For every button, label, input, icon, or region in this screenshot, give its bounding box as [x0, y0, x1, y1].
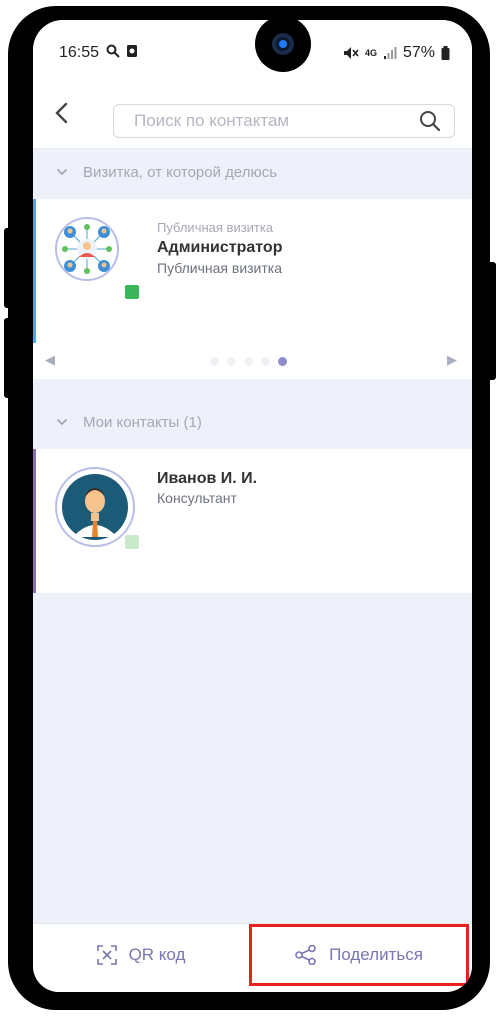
pager-dot[interactable]: [261, 357, 270, 366]
card-accent-bar: [33, 199, 36, 343]
volume-button: [4, 228, 12, 308]
search-icon[interactable]: [418, 109, 442, 133]
business-card-subtitle: Публичная визитка: [157, 220, 274, 235]
business-card-item[interactable]: Публичная визитка Администратор Публична…: [33, 199, 472, 343]
section-shared-card-header[interactable]: Визитка, от которой делюсь: [33, 149, 472, 199]
online-status-badge: [123, 283, 141, 301]
pager-dot[interactable]: [244, 357, 253, 366]
volume-button-lower: [4, 318, 12, 398]
qr-scan-icon: [96, 945, 117, 965]
section-my-contacts-header[interactable]: Мои контакты (1): [33, 399, 472, 449]
share-button[interactable]: Поделиться: [249, 924, 469, 986]
search-status-icon: [106, 44, 120, 58]
qr-code-button[interactable]: QR код: [33, 924, 249, 986]
section-my-contacts-title: Мои контакты (1): [83, 414, 202, 431]
card-accent-bar: [33, 449, 36, 593]
network-people-icon: [62, 224, 112, 274]
signal-icon: [383, 47, 397, 59]
app-header: [33, 84, 472, 149]
notification-status-icon: [126, 45, 137, 57]
pager-dot[interactable]: [227, 357, 236, 366]
status-time-text: 16:55: [59, 44, 100, 61]
chevron-left-icon: [55, 102, 68, 124]
network-type: 4G: [364, 48, 377, 58]
contact-name: Иванов И. И.: [157, 470, 258, 487]
search-box[interactable]: [113, 104, 455, 138]
status-time: 16:55: [59, 44, 138, 62]
contact-list-item[interactable]: Иванов И. И. Консультант: [33, 449, 472, 593]
pager-dot-active[interactable]: [278, 357, 287, 366]
bottom-action-bar: QR код Поделиться: [33, 923, 472, 992]
battery-percent: 57%: [402, 44, 435, 61]
battery-icon: [441, 46, 450, 60]
contact-role: Консультант: [157, 490, 237, 506]
pager-dots: [210, 357, 287, 366]
pager-next-arrow[interactable]: ▶: [447, 352, 457, 368]
card-pager: ◀ ▶: [33, 343, 472, 379]
qr-code-label: QR код: [128, 945, 186, 964]
mute-icon: [343, 47, 359, 59]
chevron-down-icon: [57, 419, 67, 426]
status-bar: 16:55 4G 57%: [33, 20, 472, 84]
share-icon: [295, 945, 316, 965]
phone-screen: 16:55 4G 57% Поиск по контактам Визитка,…: [33, 20, 472, 992]
pager-prev-arrow[interactable]: ◀: [45, 352, 55, 368]
status-indicators: 4G 57%: [343, 44, 450, 62]
search-input[interactable]: [132, 105, 416, 137]
power-button: [488, 262, 496, 380]
business-card-avatar: [55, 217, 119, 281]
contact-status-badge: [123, 533, 141, 551]
section-shared-card-title: Визитка, от которой делюсь: [83, 164, 278, 181]
main-content: Визитка, от которой делюсь Публичная виз…: [33, 149, 472, 942]
back-button[interactable]: [51, 98, 75, 128]
business-card-name: Администратор: [157, 239, 283, 256]
business-card-role: Публичная визитка: [157, 260, 283, 276]
pager-dot[interactable]: [210, 357, 219, 366]
chevron-down-icon: [57, 169, 67, 176]
person-avatar-icon: [62, 474, 128, 540]
share-label: Поделиться: [329, 945, 423, 964]
